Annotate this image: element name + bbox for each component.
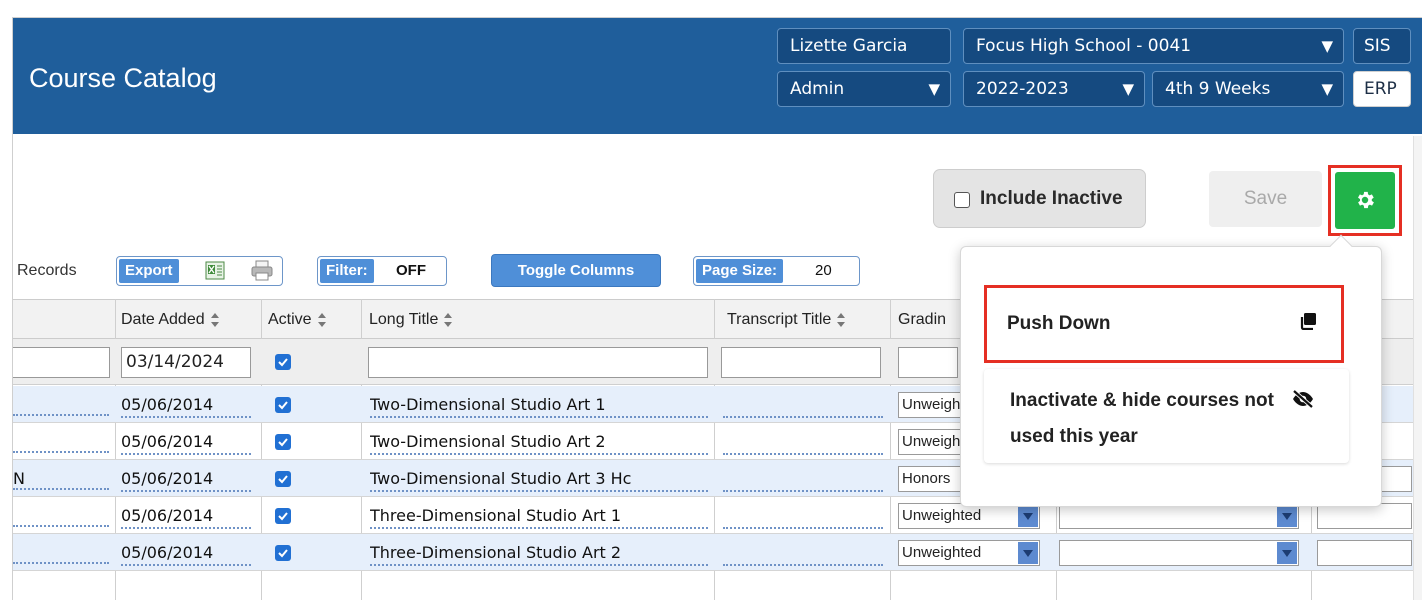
- gear-dropdown-menu: Push Down Inactivate & hide courses not …: [960, 234, 1382, 507]
- page-size-value[interactable]: 20: [815, 259, 832, 283]
- column-header-active[interactable]: Active: [268, 300, 327, 340]
- eye-slash-icon: [1292, 389, 1314, 409]
- toggle-columns-button[interactable]: Toggle Columns: [491, 254, 661, 287]
- active-checkbox[interactable]: [275, 545, 291, 561]
- active-checkbox[interactable]: [275, 434, 291, 450]
- include-inactive-label: Include Inactive: [980, 188, 1123, 209]
- inactivate-label: Inactivate & hide courses not used this …: [1010, 390, 1274, 447]
- active-checkbox[interactable]: [275, 508, 291, 524]
- filter-input-code[interactable]: [13, 347, 110, 378]
- user-name[interactable]: Lizette Garcia: [777, 28, 951, 64]
- vertical-scrollbar[interactable]: [1413, 136, 1422, 600]
- tertiary-input[interactable]: [1317, 540, 1412, 566]
- filter-input-date-added[interactable]: 03/14/2024: [121, 347, 251, 378]
- print-icon[interactable]: [250, 260, 274, 282]
- code-cell[interactable]: N: [13, 460, 25, 497]
- sort-icon[interactable]: [210, 312, 220, 327]
- page-title: Course Catalog: [29, 63, 217, 93]
- module-erp-button[interactable]: ERP: [1353, 71, 1411, 107]
- role-select[interactable]: Admin ▼: [777, 71, 951, 107]
- column-header-transcript-title[interactable]: Transcript Title: [727, 300, 846, 340]
- secondary-select[interactable]: [1059, 540, 1299, 566]
- table-row[interactable]: 05/06/2014 Three-Dimensional Studio Art …: [13, 534, 1422, 571]
- gear-icon: [1358, 191, 1374, 209]
- active-checkbox[interactable]: [275, 397, 291, 413]
- page-size-label: Page Size:: [696, 259, 784, 283]
- inactivate-menu-item[interactable]: Inactivate & hide courses not used this …: [984, 369, 1349, 463]
- app-frame: Course Catalog Lizette Garcia Admin ▼ Foc…: [12, 17, 1422, 600]
- sort-icon[interactable]: [317, 312, 327, 327]
- save-button[interactable]: Save: [1209, 171, 1322, 227]
- push-down-menu-item[interactable]: Push Down: [984, 285, 1344, 363]
- filter-input-transcript-title[interactable]: [721, 347, 881, 378]
- active-checkbox[interactable]: [275, 471, 291, 487]
- filter-input-grading[interactable]: [898, 347, 958, 378]
- sort-icon[interactable]: [443, 312, 453, 327]
- include-inactive-toggle[interactable]: Include Inactive: [933, 169, 1146, 228]
- chevron-down-icon: ▼: [1321, 37, 1333, 55]
- filter-value: OFF: [396, 262, 426, 279]
- chevron-down-icon: ▼: [1122, 80, 1134, 98]
- chevron-down-icon: [1277, 505, 1297, 527]
- column-header-long-title[interactable]: Long Title: [369, 300, 453, 340]
- export-button[interactable]: Export: [116, 256, 283, 286]
- column-header-date-added[interactable]: Date Added: [121, 300, 220, 340]
- chevron-down-icon: ▼: [1321, 80, 1333, 98]
- filter-label: Filter:: [320, 259, 374, 283]
- push-down-label: Push Down: [1007, 313, 1111, 334]
- sort-icon[interactable]: [836, 312, 846, 327]
- copy-icon: [1300, 313, 1316, 330]
- excel-icon[interactable]: [205, 261, 227, 281]
- page-size-control[interactable]: Page Size: 20: [693, 256, 860, 286]
- chevron-down-icon: [1277, 542, 1297, 564]
- chevron-down-icon: ▼: [928, 80, 940, 98]
- chevron-down-icon: [1018, 542, 1038, 564]
- period-select[interactable]: 4th 9 Weeks ▼: [1152, 71, 1344, 107]
- column-header-grading[interactable]: Gradin: [898, 300, 946, 340]
- records-count-label: Records: [17, 262, 77, 279]
- school-select[interactable]: Focus High School - 0041 ▼: [963, 28, 1344, 64]
- filter-active-checkbox[interactable]: [275, 354, 291, 370]
- grading-select[interactable]: Unweighted: [898, 540, 1040, 566]
- filter-input-long-title[interactable]: [368, 347, 708, 378]
- top-header: Course Catalog Lizette Garcia Admin ▼ Foc…: [13, 18, 1422, 134]
- filter-toggle[interactable]: Filter: OFF: [317, 256, 447, 286]
- gear-button[interactable]: [1328, 165, 1402, 236]
- module-sis-button[interactable]: SIS: [1353, 28, 1411, 64]
- year-select[interactable]: 2022-2023 ▼: [963, 71, 1145, 107]
- include-inactive-checkbox[interactable]: [954, 192, 970, 208]
- export-label: Export: [119, 259, 179, 283]
- chevron-down-icon: [1018, 505, 1038, 527]
